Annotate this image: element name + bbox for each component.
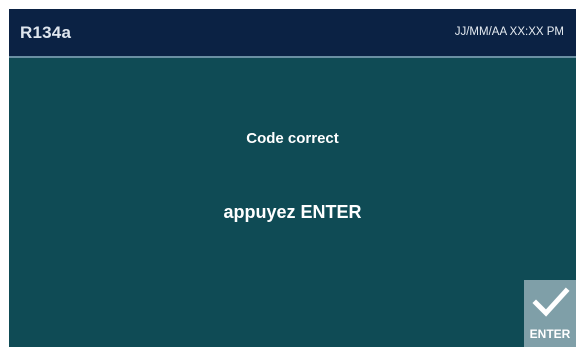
header-bar: R134a JJ/MM/AA XX:XX PM — [9, 9, 576, 58]
device-screen: R134a JJ/MM/AA XX:XX PM Code correct app… — [9, 9, 576, 347]
datetime-display: JJ/MM/AA XX:XX PM — [454, 26, 564, 38]
enter-button-label: ENTER — [529, 327, 571, 341]
instruction-message: appuyez ENTER — [223, 202, 362, 222]
check-icon — [532, 287, 570, 317]
enter-button[interactable]: ENTER — [524, 280, 576, 347]
refrigerant-title: R134a — [20, 23, 72, 42]
status-message: Code correct — [246, 130, 339, 147]
